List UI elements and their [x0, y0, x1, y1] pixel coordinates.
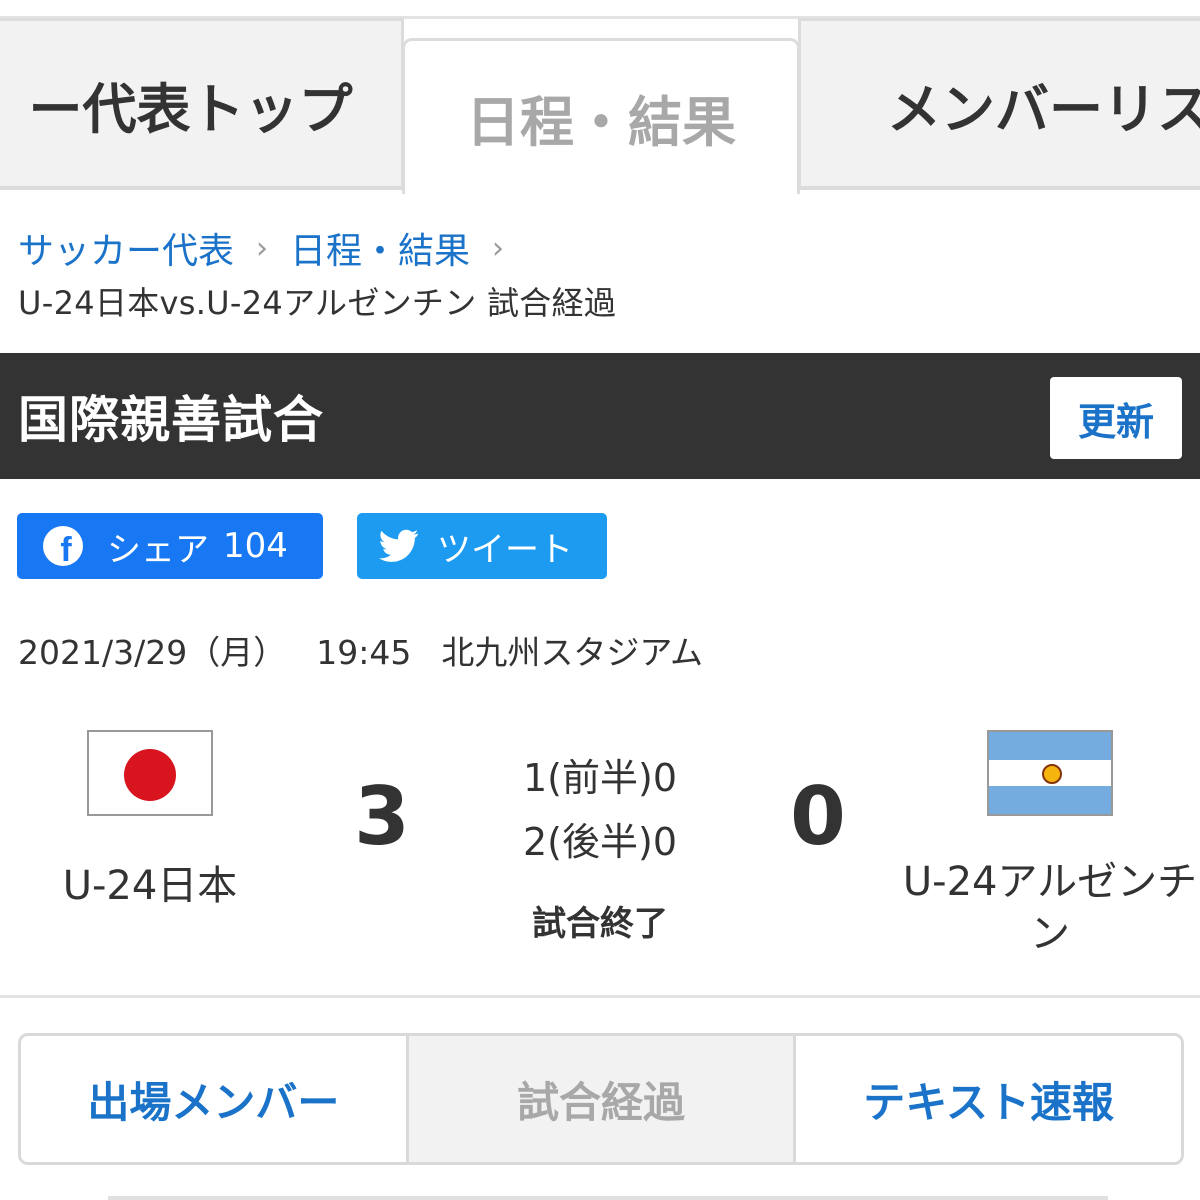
tab-label: ー代表トップ [28, 77, 353, 141]
second-half-score: 2(後半)0 [480, 810, 720, 874]
tab-label: 日程・結果 [466, 91, 736, 154]
twitter-bird-icon [377, 526, 421, 566]
facebook-share-button[interactable]: f シェア 104 [17, 513, 323, 579]
away-team: U-24アルゼンチン [900, 730, 1200, 960]
first-half-away: 0 [652, 756, 678, 800]
tab-label: メンバーリス [887, 77, 1200, 141]
match-venue: 北九州スタジアム [441, 633, 704, 672]
match-status: 試合終了 [532, 904, 668, 944]
match-date: 2021/3/29（月） [18, 633, 287, 672]
match-info: 2021/3/29（月） 19:45 北九州スタジアム [18, 626, 733, 674]
match-sub-tabs: 出場メンバー 試合経過 テキスト速報 [18, 1033, 1184, 1165]
half-scores: 1(前半)0 2(後半)0 [480, 746, 720, 874]
match-time: 19:45 [316, 633, 412, 672]
home-score: 3 [354, 770, 410, 863]
flag-sun [1042, 764, 1062, 784]
competition-title: 国際親善試合 [18, 391, 324, 449]
tab-lineup[interactable]: 出場メンバー [21, 1036, 409, 1162]
flag-sun [124, 749, 176, 801]
tab-text-live[interactable]: テキスト速報 [796, 1036, 1181, 1162]
home-team-name: U-24日本 [62, 863, 238, 909]
chevron-right-icon: › [492, 230, 505, 266]
refresh-button[interactable]: 更新 [1050, 377, 1182, 459]
tab-member-list[interactable]: メンバーリス [798, 18, 1200, 190]
first-half-score: 1(前半)0 [480, 746, 720, 810]
facebook-icon: f [43, 526, 83, 566]
facebook-share-label: シェア [107, 529, 209, 570]
flag-band [989, 786, 1111, 814]
breadcrumb: サッカー代表 › 日程・結果 › U-24日本vs.U-24アルゼンチン 試合経… [18, 222, 1188, 324]
tab-match-progress[interactable]: 試合経過 [408, 1036, 797, 1162]
second-half-home: 2 [522, 820, 548, 864]
away-score: 0 [790, 770, 846, 863]
first-half-label: (前半) [547, 756, 653, 800]
facebook-share-count: 104 [223, 526, 288, 566]
top-tab-bar: ー代表トップ メンバーリス 日程・結果 [0, 0, 1200, 194]
second-half-label: (後半) [547, 820, 653, 864]
home-team: U-24日本 [20, 730, 280, 912]
tab-schedule-results[interactable]: 日程・結果 [402, 38, 800, 194]
first-half-home: 1 [522, 756, 548, 800]
away-team-name: U-24アルゼンチン [902, 859, 1198, 957]
competition-header: 国際親善試合 更新 [0, 353, 1200, 479]
japan-flag-icon [87, 730, 213, 816]
breadcrumb-current-page: U-24日本vs.U-24アルゼンチン 試合経過 [18, 284, 617, 322]
second-half-away: 0 [652, 820, 678, 864]
breadcrumb-link-soccer-national-team[interactable]: サッカー代表 [18, 222, 234, 274]
section-divider [0, 995, 1200, 998]
tweet-label: ツイート [437, 529, 573, 570]
argentina-flag-icon [987, 730, 1113, 816]
bottom-edge-bar [108, 1196, 1108, 1200]
flag-band [989, 732, 1111, 760]
breadcrumb-link-schedule-results[interactable]: 日程・結果 [290, 222, 470, 274]
tab-national-team-top[interactable]: ー代表トップ [0, 18, 404, 190]
chevron-right-icon: › [256, 230, 269, 266]
tweet-button[interactable]: ツイート [357, 513, 607, 579]
